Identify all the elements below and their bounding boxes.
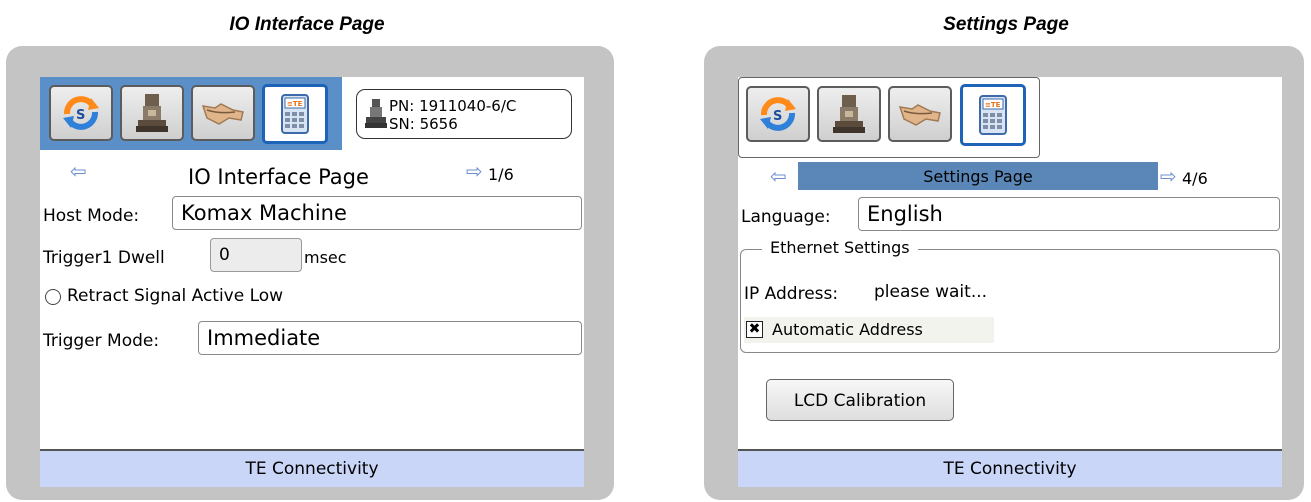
language-select[interactable]: English — [858, 197, 1280, 231]
arrow-right-icon[interactable]: ⇨ — [466, 159, 483, 183]
automatic-address-checkbox[interactable]: ✖ — [746, 321, 763, 338]
sync-button[interactable]: S — [49, 85, 113, 141]
left-caption: IO Interface Page — [229, 14, 385, 35]
left-toolbar: S ≡TE — [40, 77, 342, 150]
keypad-button[interactable]: ≡TE — [960, 84, 1026, 146]
left-footer: TE Connectivity — [40, 449, 584, 487]
svg-text:S: S — [76, 108, 85, 123]
right-footer: TE Connectivity — [738, 449, 1282, 487]
right-page-number: 4/6 — [1182, 169, 1208, 188]
arrow-right-icon[interactable]: ⇨ — [1160, 164, 1177, 188]
keypad-button[interactable]: ≡TE — [262, 84, 328, 144]
cable-button[interactable] — [888, 86, 952, 142]
left-page-title: IO Interface Page — [188, 165, 369, 189]
language-label: Language: — [741, 207, 831, 227]
sync-button[interactable]: S — [746, 86, 810, 142]
retract-radio[interactable] — [45, 289, 61, 305]
applicator-button[interactable] — [120, 85, 184, 141]
right-caption: Settings Page — [943, 14, 1069, 35]
svg-text:≡TE: ≡TE — [985, 101, 1001, 109]
right-page-title: Settings Page — [923, 167, 1033, 186]
applicator-button[interactable] — [817, 86, 881, 142]
ethernet-group-label: Ethernet Settings — [762, 238, 918, 257]
trigger-mode-select[interactable]: Immediate — [198, 321, 582, 355]
trigger-mode-label: Trigger Mode: — [43, 331, 160, 351]
arrow-left-icon[interactable]: ⇦ — [70, 159, 87, 183]
serial-number: SN: 5656 — [389, 115, 458, 133]
trigger-dwell-input[interactable]: 0 — [210, 238, 302, 272]
part-info-box: PN: 1911040-6/C SN: 5656 — [356, 89, 572, 139]
ip-address-label: IP Address: — [744, 284, 839, 304]
left-device-frame: S ≡TE PN: 1911040-6/C SN: 5656 ⇦ IO Inte… — [6, 46, 614, 500]
retract-label: Retract Signal Active Low — [67, 286, 284, 306]
trigger-dwell-unit: msec — [304, 248, 347, 267]
lcd-calibration-label: LCD Calibration — [793, 391, 927, 411]
arrow-left-icon[interactable]: ⇦ — [770, 164, 787, 188]
automatic-address-label: Automatic Address — [772, 320, 923, 339]
right-device-frame: S ≡TE ⇦ Settings Page ⇨ 4/6 Language: En… — [704, 46, 1304, 500]
trigger-dwell-label: Trigger1 Dwell — [43, 248, 165, 268]
ip-address-value: please wait... — [874, 282, 988, 302]
part-number: PN: 1911040-6/C — [389, 97, 517, 115]
svg-text:S: S — [773, 109, 782, 124]
svg-text:≡TE: ≡TE — [287, 100, 303, 108]
right-toolbar: S ≡TE — [738, 77, 1040, 158]
left-screen: S ≡TE PN: 1911040-6/C SN: 5656 ⇦ IO Inte… — [40, 77, 584, 487]
host-mode-select[interactable]: Komax Machine — [172, 196, 582, 230]
part-applicator-icon — [365, 98, 387, 134]
host-mode-label: Host Mode: — [43, 206, 140, 226]
right-screen: S ≡TE ⇦ Settings Page ⇨ 4/6 Language: En… — [738, 77, 1282, 487]
left-page-number: 1/6 — [488, 165, 514, 184]
cable-button[interactable] — [191, 85, 255, 141]
